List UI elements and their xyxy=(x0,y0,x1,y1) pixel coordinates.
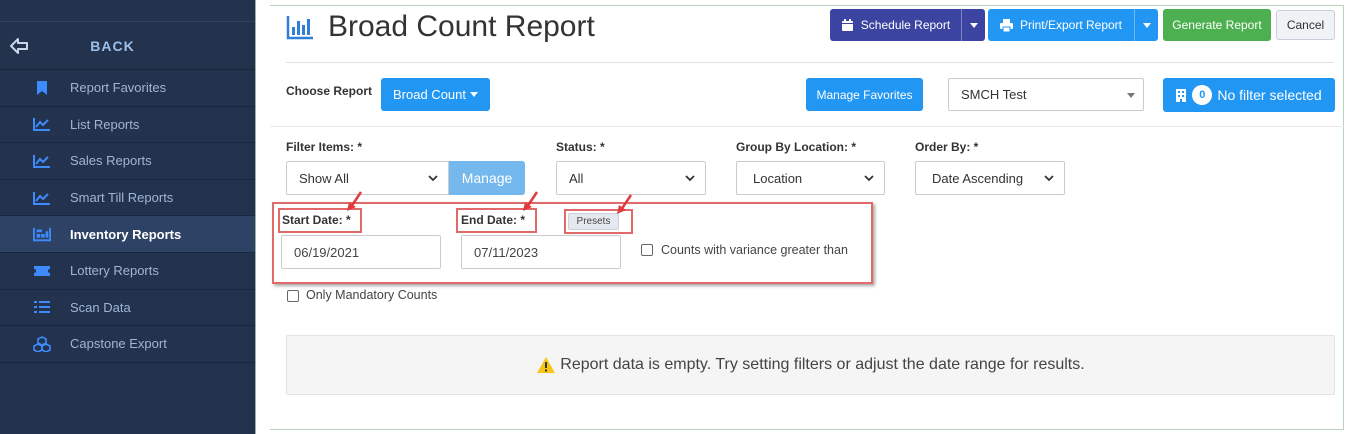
sidebar-item-label: Inventory Reports xyxy=(70,226,182,242)
sidebar-item-label: Report Favorites xyxy=(70,80,167,96)
choose-report-dropdown[interactable]: Broad Count xyxy=(381,78,490,111)
line-chart-icon xyxy=(33,152,51,170)
mandatory-counts-checkbox[interactable] xyxy=(287,290,299,302)
sidebar-item-list-reports[interactable]: List Reports xyxy=(0,107,255,144)
bookmark-icon xyxy=(33,79,51,97)
sidebar-item-capstone-export[interactable]: Capstone Export xyxy=(0,326,255,363)
group-by-location-select[interactable]: Location xyxy=(736,161,885,195)
building-icon xyxy=(1176,88,1187,102)
sidebar-item-label: Capstone Export xyxy=(70,336,167,352)
annotation-arrow-icon xyxy=(617,194,633,214)
schedule-report-label: Schedule Report xyxy=(860,18,951,32)
filter-items-select[interactable]: Show All xyxy=(286,161,449,195)
line-chart-icon xyxy=(33,115,51,133)
header-divider xyxy=(286,62,1334,63)
group-by-location-value: Location xyxy=(753,170,803,186)
chevron-down-icon xyxy=(685,175,695,182)
filter-items-value: Show All xyxy=(299,170,349,186)
caret-down-icon xyxy=(470,92,478,97)
back-label: BACK xyxy=(90,37,135,54)
manage-filter-button[interactable]: Manage xyxy=(449,161,525,195)
sidebar-top-gap xyxy=(0,0,255,22)
sidebar-item-label: Lottery Reports xyxy=(70,263,159,279)
sidebar-item-label: Scan Data xyxy=(70,299,131,315)
caret-down-icon xyxy=(969,22,978,28)
line-chart-icon xyxy=(33,189,51,207)
chevron-down-icon xyxy=(428,175,438,182)
order-by-value: Date Ascending xyxy=(932,170,1024,186)
alert-message: Report data is empty. Try setting filter… xyxy=(560,356,1085,373)
print-export-button[interactable]: Print/Export Report xyxy=(988,9,1158,41)
sidebar-item-sales-reports[interactable]: Sales Reports xyxy=(0,143,255,180)
back-button[interactable]: BACK xyxy=(0,22,255,70)
filter-count-badge: 0 xyxy=(1192,85,1213,105)
location-filter-button[interactable]: 0 No filter selected xyxy=(1163,78,1335,112)
mandatory-counts-label: Only Mandatory Counts xyxy=(306,288,438,302)
caret-down-icon xyxy=(1127,92,1135,98)
schedule-report-button[interactable]: Schedule Report xyxy=(830,9,985,41)
sidebar: BACK Report Favorites List Reports Sales… xyxy=(0,0,256,434)
print-export-label: Print/Export Report xyxy=(1019,18,1123,32)
store-select[interactable]: SMCH Test xyxy=(948,78,1144,111)
filter-items-label: Filter Items: * xyxy=(286,140,363,154)
section-divider xyxy=(270,126,1344,127)
ticket-icon xyxy=(33,262,51,280)
caret-down-icon xyxy=(1142,22,1151,28)
empty-report-alert: Report data is empty. Try setting filter… xyxy=(286,335,1335,395)
printer-icon xyxy=(999,18,1013,32)
group-by-location-label: Group By Location: * xyxy=(736,140,856,154)
chevron-down-icon xyxy=(864,175,874,182)
warning-icon xyxy=(537,357,556,373)
page-title: Broad Count Report xyxy=(328,10,595,43)
calendar-icon xyxy=(841,18,853,31)
sidebar-item-inventory-reports[interactable]: Inventory Reports xyxy=(0,216,255,253)
choose-report-label: Choose Report xyxy=(286,84,373,98)
bar-chart-icon xyxy=(286,16,313,40)
cubes-icon xyxy=(33,335,51,353)
arrow-left-icon xyxy=(10,38,28,54)
schedule-dropdown-toggle[interactable] xyxy=(961,9,985,41)
annotation-arrow-icon xyxy=(523,191,539,211)
status-value: All xyxy=(569,170,584,186)
page-header: Broad Count Report xyxy=(286,10,595,44)
list-icon xyxy=(33,298,51,316)
choose-report-value: Broad Count xyxy=(393,87,466,102)
filter-label: No filter selected xyxy=(1217,87,1322,103)
sidebar-item-scan-data[interactable]: Scan Data xyxy=(0,290,255,327)
manage-favorites-button[interactable]: Manage Favorites xyxy=(806,78,923,111)
inventory-icon xyxy=(33,225,51,243)
generate-report-button[interactable]: Generate Report xyxy=(1163,9,1271,41)
sidebar-item-smart-till-reports[interactable]: Smart Till Reports xyxy=(0,180,255,217)
sidebar-item-label: Smart Till Reports xyxy=(70,190,174,206)
report-panel: Broad Count Report Schedule Report Print… xyxy=(270,5,1344,430)
chevron-down-icon xyxy=(1044,175,1054,182)
order-by-select[interactable]: Date Ascending xyxy=(915,161,1065,195)
print-dropdown-toggle[interactable] xyxy=(1134,9,1158,41)
cancel-button[interactable]: Cancel xyxy=(1276,10,1335,40)
sidebar-item-report-favorites[interactable]: Report Favorites xyxy=(0,70,255,107)
status-label: Status: * xyxy=(556,140,605,154)
store-select-value: SMCH Test xyxy=(961,87,1027,102)
sidebar-item-lottery-reports[interactable]: Lottery Reports xyxy=(0,253,255,290)
sidebar-item-label: List Reports xyxy=(70,116,140,132)
status-select[interactable]: All xyxy=(556,161,706,195)
order-by-label: Order By: * xyxy=(915,140,979,154)
sidebar-item-label: Sales Reports xyxy=(70,153,152,169)
annotation-arrow-icon xyxy=(347,191,363,211)
